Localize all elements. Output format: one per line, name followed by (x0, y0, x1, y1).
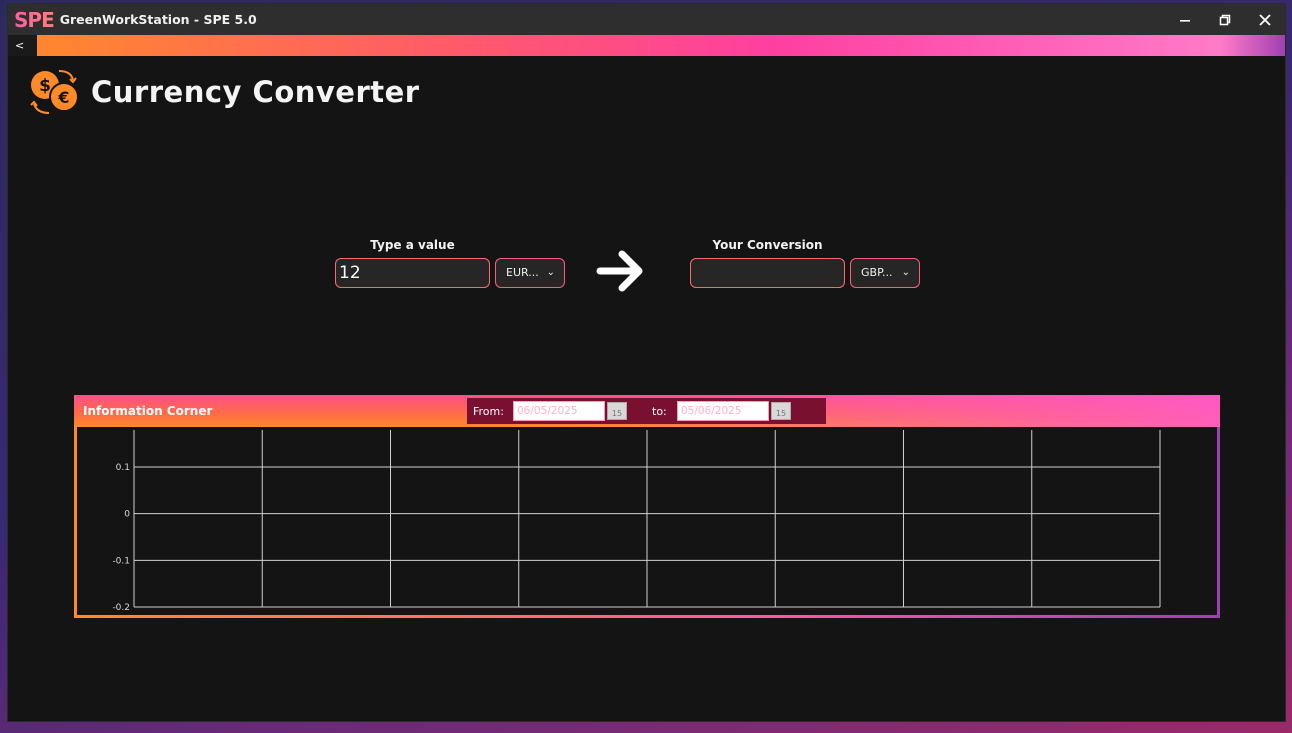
to-calendar-icon[interactable]: 15 (771, 402, 791, 420)
page-header: $ € Currency Converter (29, 68, 420, 116)
to-date-input[interactable]: 05/06/2025 (677, 401, 769, 421)
value-input[interactable]: 12 (335, 258, 490, 288)
from-currency-select[interactable]: EUR... ⌄ (495, 258, 565, 288)
to-currency-value: GBP... (861, 266, 893, 279)
to-currency-select[interactable]: GBP... ⌄ (850, 258, 920, 288)
svg-text:€: € (57, 88, 69, 107)
information-corner: Information Corner From: 06/05/2025 15 t… (74, 395, 1220, 618)
title-bar: SPE GreenWorkStation - SPE 5.0 (8, 4, 1285, 35)
y-tick-label: 0.1 (116, 463, 130, 473)
close-icon (1259, 13, 1271, 26)
minimize-button[interactable] (1165, 4, 1205, 35)
currency-exchange-icon: $ € (30, 70, 79, 114)
y-tick-label: -0.2 (112, 603, 130, 613)
from-calendar-icon[interactable]: 15 (607, 402, 627, 420)
from-label: From: (473, 405, 504, 418)
chart-frame: 0.1 0 -0.1 -0.2 (74, 427, 1220, 618)
arrow-right-icon (596, 250, 643, 292)
page-title: Currency Converter (91, 75, 420, 109)
info-header: Information Corner From: 06/05/2025 15 t… (74, 395, 1220, 427)
chevron-down-icon: ⌄ (901, 267, 910, 278)
back-button[interactable]: < (8, 35, 37, 56)
input-label: Type a value (370, 238, 455, 252)
svg-text:$: $ (39, 76, 51, 96)
conversion-output[interactable] (690, 258, 845, 288)
output-label: Your Conversion (712, 238, 823, 252)
to-label: to: (652, 405, 667, 418)
from-date-input[interactable]: 06/05/2025 (513, 401, 605, 421)
accent-bar: < (8, 35, 1285, 56)
close-button[interactable] (1245, 4, 1285, 35)
date-range: From: 06/05/2025 15 to: 05/06/2025 15 (467, 398, 826, 424)
app-window: SPE GreenWorkStation - SPE 5.0 < $ € Cur… (7, 3, 1286, 722)
app-logo: SPE (14, 7, 55, 32)
info-title: Information Corner (83, 404, 213, 418)
chart-svg: 0.1 0 -0.1 -0.2 (112, 430, 1161, 613)
y-tick-label: 0 (124, 510, 130, 520)
rate-chart: 0.1 0 -0.1 -0.2 (77, 427, 1217, 615)
chevron-down-icon: ⌄ (546, 267, 555, 278)
from-currency-value: EUR... (506, 266, 539, 279)
y-tick-label: -0.1 (112, 556, 130, 566)
minimize-icon (1180, 19, 1190, 22)
window-title: GreenWorkStation - SPE 5.0 (59, 12, 257, 27)
restore-icon (1219, 14, 1231, 25)
window-controls (1165, 4, 1285, 35)
restore-button[interactable] (1205, 4, 1245, 35)
